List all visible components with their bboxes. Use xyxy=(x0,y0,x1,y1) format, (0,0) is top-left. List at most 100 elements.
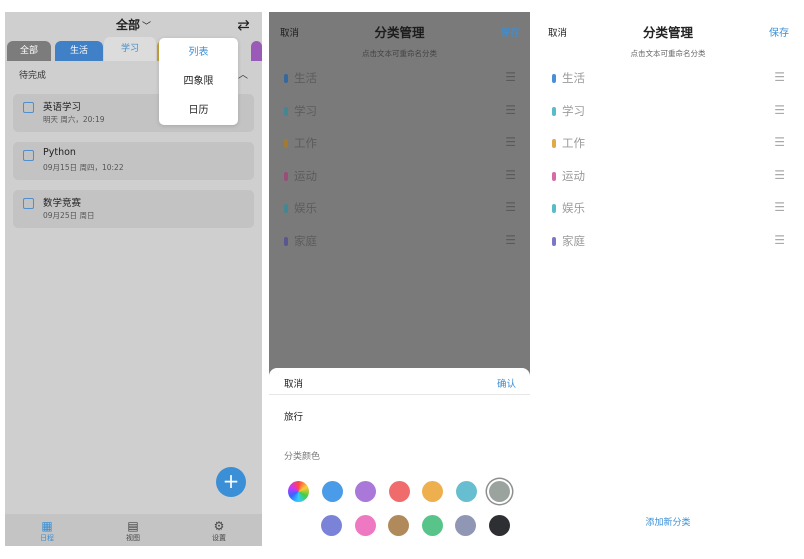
drag-handle-icon[interactable]: ☰ xyxy=(774,168,785,182)
color-swatch[interactable] xyxy=(388,515,409,536)
save-button[interactable]: 保存 xyxy=(500,24,520,39)
category-label[interactable]: 工作 xyxy=(294,135,317,151)
category-label[interactable]: 家庭 xyxy=(294,233,317,249)
add-task-button[interactable]: + xyxy=(216,467,246,497)
tab-more[interactable] xyxy=(251,41,262,61)
save-button[interactable]: 保存 xyxy=(769,24,789,39)
nav-schedule[interactable]: ▦ 日程 xyxy=(27,519,67,543)
dropdown-item-quadrant[interactable]: 四象限 xyxy=(159,67,238,96)
category-manager-with-sheet: 取消 分类管理 保存 点击文本可重命名分类 生活 ☰ 学习 ☰ 工作 ☰ 运动 ☰ 娱乐 ☰ 家庭 ☰… xyxy=(269,12,530,546)
page-title: 分类管理 xyxy=(642,25,693,40)
category-label[interactable]: 学习 xyxy=(562,103,585,119)
category-item[interactable]: 工作 ☰ xyxy=(284,135,516,155)
sheet-cancel-button[interactable]: 取消 xyxy=(284,376,303,390)
filter-title[interactable]: 全部 xyxy=(116,18,140,32)
swap-icon[interactable]: ⇄ xyxy=(237,12,250,38)
color-swatch[interactable] xyxy=(489,481,510,502)
nav-settings[interactable]: ⚙ 设置 xyxy=(199,519,239,543)
tab-study[interactable]: 学习 xyxy=(104,37,156,61)
dropdown-item-calendar[interactable]: 日历 xyxy=(159,96,238,125)
task-checkbox[interactable] xyxy=(23,150,34,161)
task-name: Python xyxy=(43,147,76,158)
tab-life[interactable]: 生活 xyxy=(55,41,103,61)
category-item[interactable]: 生活 ☰ xyxy=(552,70,785,90)
category-item[interactable]: 家庭 ☰ xyxy=(552,233,785,253)
drag-handle-icon[interactable]: ☰ xyxy=(774,233,785,247)
category-item[interactable]: 娱乐 ☰ xyxy=(552,200,785,220)
gear-icon: ⚙ xyxy=(213,519,225,533)
nav-view[interactable]: ▤ 视图 xyxy=(113,519,153,543)
sheet-confirm-button[interactable]: 确认 xyxy=(497,376,516,390)
category-label[interactable]: 学习 xyxy=(294,103,317,119)
category-item[interactable]: 家庭 ☰ xyxy=(284,233,516,253)
dropdown-item-list[interactable]: 列表 xyxy=(159,38,238,67)
category-name-input[interactable]: 旅行 xyxy=(284,409,303,423)
top-bar: 全部 ﹀ ⇄ xyxy=(5,12,262,38)
color-swatch[interactable] xyxy=(355,481,376,502)
drag-handle-icon[interactable]: ☰ xyxy=(774,135,785,149)
color-swatch[interactable] xyxy=(388,481,410,502)
category-label[interactable]: 生活 xyxy=(294,70,317,86)
category-color-dot xyxy=(552,171,556,181)
task-date: 明天 周六，20:19 xyxy=(43,115,105,124)
category-item[interactable]: 学习 ☰ xyxy=(552,103,785,123)
category-label[interactable]: 运动 xyxy=(562,168,585,184)
category-color-dot xyxy=(284,106,288,116)
category-color-dot xyxy=(284,139,288,148)
color-swatch[interactable] xyxy=(321,481,343,502)
task-checkbox[interactable] xyxy=(23,198,34,209)
category-manager-screen: 取消 分类管理 保存 点击文本可重命名分类 生活 ☰ 学习 ☰ 工作 ☰ 运动 ☰ 娱乐 ☰ 家庭 ☰… xyxy=(537,12,799,546)
color-swatch[interactable] xyxy=(422,481,443,502)
add-category-button[interactable]: 添加新分类 xyxy=(537,515,799,528)
category-label[interactable]: 运动 xyxy=(294,168,317,184)
color-swatch[interactable] xyxy=(488,515,510,536)
color-swatch[interactable] xyxy=(354,515,376,536)
task-name: 英语学习 xyxy=(43,102,82,113)
header: 取消 分类管理 保存 xyxy=(269,12,530,46)
category-item[interactable]: 娱乐 ☰ xyxy=(284,200,516,220)
custom-color-icon[interactable] xyxy=(288,481,309,502)
chevron-down-icon[interactable]: ﹀ xyxy=(142,22,151,32)
color-swatch[interactable] xyxy=(321,515,342,536)
drag-handle-icon[interactable]: ☰ xyxy=(505,135,516,149)
drag-handle-icon[interactable]: ☰ xyxy=(505,200,516,214)
color-swatch[interactable] xyxy=(455,515,476,536)
category-item[interactable]: 生活 ☰ xyxy=(284,70,516,90)
page-title: 分类管理 xyxy=(374,25,425,40)
category-label[interactable]: 娱乐 xyxy=(562,200,585,216)
divider xyxy=(269,394,530,395)
category-label[interactable]: 生活 xyxy=(562,70,585,86)
drag-handle-icon[interactable]: ☰ xyxy=(774,103,785,117)
new-category-sheet: 取消 确认 旅行 分类颜色 xyxy=(269,368,530,546)
category-color-dot xyxy=(284,74,288,83)
color-label: 分类颜色 xyxy=(284,452,321,462)
nav-schedule-label: 日程 xyxy=(40,534,54,542)
drag-handle-icon[interactable]: ☰ xyxy=(505,103,516,117)
drag-handle-icon[interactable]: ☰ xyxy=(774,200,785,214)
category-color-dot xyxy=(552,204,556,213)
caret-up-icon[interactable]: ︿ xyxy=(238,66,248,81)
bottom-nav: ▦ 日程 ▤ 视图 ⚙ 设置 xyxy=(5,514,262,546)
category-color-dot xyxy=(284,236,288,246)
drag-handle-icon[interactable]: ☰ xyxy=(505,233,516,247)
category-label[interactable]: 家庭 xyxy=(562,233,585,249)
task-date: 09月15日 周四，10:22 xyxy=(43,163,124,172)
color-swatch[interactable] xyxy=(455,481,477,502)
category-label[interactable]: 娱乐 xyxy=(294,200,317,216)
category-label[interactable]: 工作 xyxy=(562,135,585,151)
color-swatch[interactable] xyxy=(421,515,443,536)
task-item[interactable]: Python 09月15日 周四，10:22 xyxy=(13,142,254,180)
drag-handle-icon[interactable]: ☰ xyxy=(505,168,516,182)
rename-hint: 点击文本可重命名分类 xyxy=(362,49,437,58)
category-color-dot xyxy=(284,171,288,181)
tab-all[interactable]: 全部 xyxy=(7,41,51,61)
drag-handle-icon[interactable]: ☰ xyxy=(505,70,516,84)
drag-handle-icon[interactable]: ☰ xyxy=(774,70,785,84)
category-item[interactable]: 运动 ☰ xyxy=(284,168,516,188)
category-item[interactable]: 运动 ☰ xyxy=(552,168,785,188)
category-item[interactable]: 学习 ☰ xyxy=(284,103,516,123)
category-item[interactable]: 工作 ☰ xyxy=(552,135,785,155)
task-date: 09月25日 周日 xyxy=(43,211,95,220)
task-checkbox[interactable] xyxy=(23,102,34,113)
task-item[interactable]: 数学竞赛 09月25日 周日 xyxy=(13,190,254,228)
